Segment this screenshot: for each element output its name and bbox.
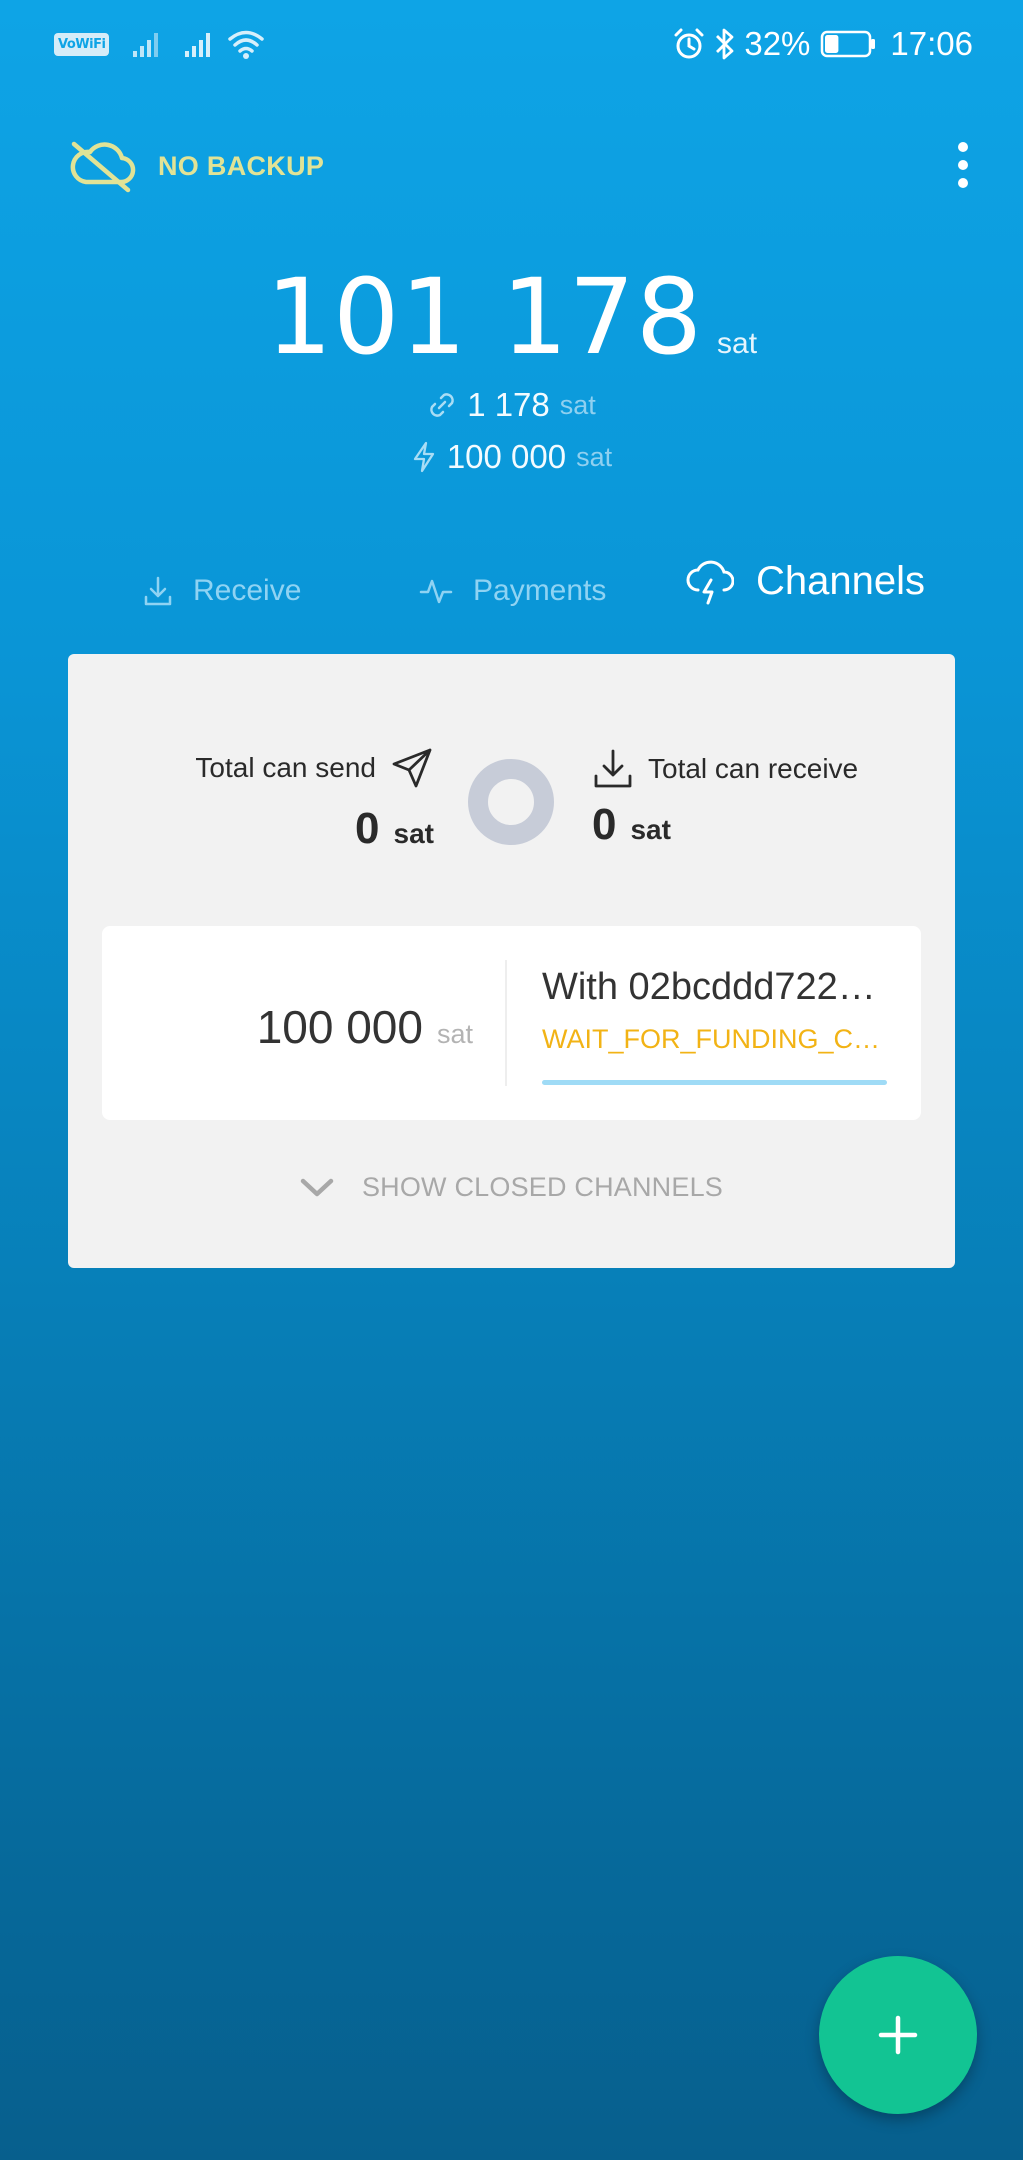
channel-state: WAIT_FOR_FUNDING_CO… [542,1024,887,1054]
clock: 17:06 [890,25,973,62]
tab-payments[interactable]: Payments [419,574,606,608]
balance-unit: sat [717,327,758,360]
link-icon [430,393,454,417]
main-tabs: Receive Payments Channels [0,556,1023,626]
lightning-balance: 100 000 sat [0,438,1023,476]
channels-card: Total can send 0 sat Total can receive 0… [68,654,955,1268]
show-closed-channels-label: SHOW CLOSED CHANNELS [361,1172,724,1202]
channel-amount: 100 000 [256,1001,423,1053]
total-can-receive-label: Total can receive [648,753,859,784]
status-bar: VoWiFi 32% 17:06 [0,0,1023,90]
lightning-unit: sat [576,441,613,472]
channels-summary: Total can send 0 sat Total can receive 0… [68,654,955,854]
channel-unit: sat [436,1019,473,1049]
alarm-icon [674,28,704,59]
signal-icon [133,33,159,57]
signal-icon [185,33,211,57]
tab-receive-label: Receive [193,574,302,607]
balance-total: 101 178 sat [266,262,757,372]
total-can-receive: Total can receive 0 sat [592,748,858,850]
total-can-receive-unit: sat [630,814,671,845]
battery-icon [821,30,876,58]
balance-total-block: 101 178 sat [0,262,1023,372]
onchain-amount: 1 178 [467,386,550,423]
total-can-send-unit: sat [393,818,434,849]
channel-peer: With 02bcddd722… [542,966,876,1008]
overflow-menu-button[interactable] [933,134,993,196]
bluetooth-icon [716,28,734,60]
cloud-lightning-icon [686,560,734,605]
battery-percent: 32% [744,25,811,62]
status-bar-right: 32% 17:06 [672,22,973,66]
channel-divider [505,960,507,1086]
total-can-receive-value: 0 [592,800,617,849]
onchain-balance: 1 178 sat [0,386,1023,424]
activity-icon [419,579,453,604]
onchain-unit: sat [559,389,596,420]
tab-channels[interactable]: Channels [686,556,925,606]
total-can-send-label: Total can send [195,752,376,783]
show-closed-channels-button[interactable]: SHOW CLOSED CHANNELS [68,1172,955,1203]
wifi-icon [228,30,265,59]
status-bar-left: VoWiFi [54,26,265,62]
lightning-icon [413,441,434,473]
more-vert-icon [958,142,968,188]
download-icon [144,576,172,606]
balance-donut-chart [468,759,554,845]
lightning-amount: 100 000 [446,438,567,475]
download-icon [594,749,632,788]
tab-payments-label: Payments [473,574,607,607]
channel-progress-fill [542,1080,887,1085]
channel-progress-bar [542,1080,887,1085]
open-channel-fab[interactable] [819,1956,977,2114]
send-icon [392,748,432,788]
vowifi-icon: VoWiFi [54,32,110,56]
chevron-down-icon [300,1178,334,1196]
total-can-send-value: 0 [355,804,380,853]
balance-amount: 101 178 [265,256,704,378]
tab-channels-label: Channels [756,558,926,603]
backup-label: NO BACKUP [158,150,325,181]
backup-status-button[interactable]: NO BACKUP [66,138,324,194]
plus-icon [878,2015,918,2055]
tab-receive[interactable]: Receive [143,574,301,608]
channel-item[interactable]: 100 000 sat With 02bcddd722… WAIT_FOR_FU… [102,926,921,1120]
cloud-off-icon [70,141,136,193]
total-can-send: Total can send 0 sat [195,746,434,854]
channel-amount-block: 100 000 sat [257,1000,473,1054]
